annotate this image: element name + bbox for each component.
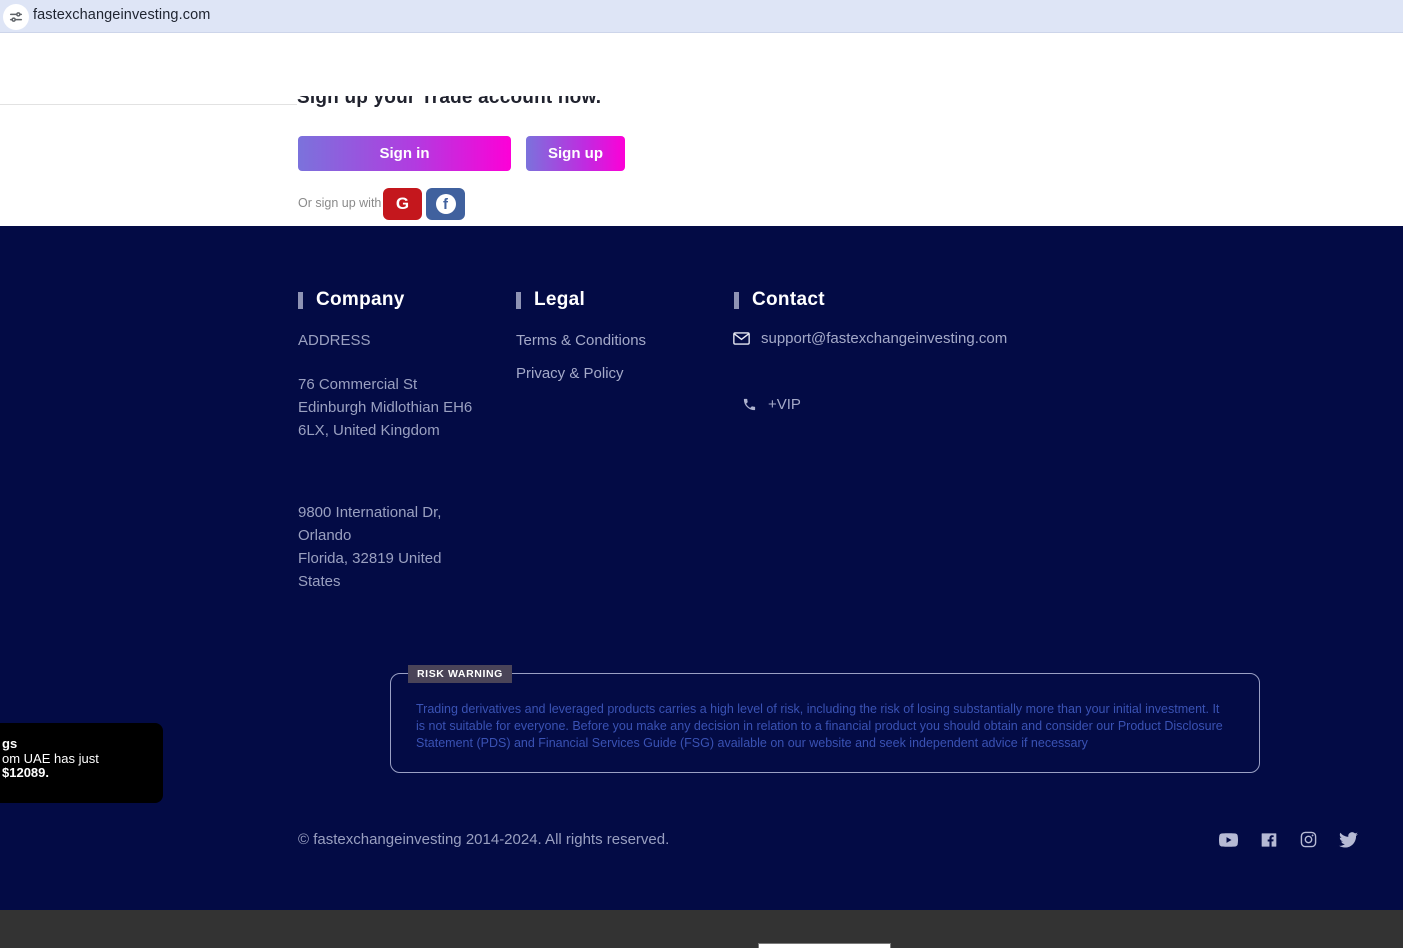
footer-legal-heading: Legal bbox=[516, 289, 585, 311]
risk-warning-label: RISK WARNING bbox=[408, 665, 512, 683]
terms-conditions-link[interactable]: Terms & Conditions bbox=[516, 332, 646, 349]
risk-warning-text: Trading derivatives and leveraged produc… bbox=[416, 702, 1223, 750]
address-label: ADDRESS bbox=[298, 332, 371, 349]
social-links bbox=[1219, 830, 1358, 849]
google-icon: G bbox=[395, 194, 410, 213]
facebook-icon: f bbox=[435, 194, 456, 214]
language-select[interactable]: Select Language bbox=[758, 943, 891, 948]
phone-icon bbox=[743, 398, 756, 411]
site-settings-icon[interactable] bbox=[3, 4, 29, 30]
google-signup-button[interactable]: G bbox=[383, 188, 422, 220]
toast-line-3: $12089. bbox=[2, 765, 49, 780]
twitter-icon[interactable] bbox=[1339, 830, 1358, 849]
translate-bar: Select Language bbox=[0, 910, 1403, 948]
toast-line-2: om UAE has just bbox=[2, 750, 99, 766]
heading-bar bbox=[298, 291, 303, 309]
sign-in-button[interactable]: Sign in bbox=[298, 136, 511, 171]
section-divider bbox=[0, 104, 297, 105]
heading-bar bbox=[734, 291, 739, 309]
sign-up-button[interactable]: Sign up bbox=[526, 136, 625, 171]
contact-phone[interactable]: +VIP bbox=[768, 396, 801, 413]
risk-warning-box: RISK WARNING Trading derivatives and lev… bbox=[390, 665, 1260, 773]
address-bar-url[interactable]: fastexchangeinvesting.com bbox=[33, 7, 210, 23]
footer-contact-heading: Contact bbox=[734, 289, 825, 311]
facebook-social-icon[interactable] bbox=[1259, 830, 1278, 849]
contact-phone-row[interactable]: +VIP bbox=[742, 396, 801, 413]
cta-heading: Sign up your Trade account now. bbox=[297, 96, 602, 108]
address-us: 9800 International Dr, Orlando Florida, … bbox=[298, 504, 442, 590]
footer-company-heading: Company bbox=[298, 289, 405, 311]
heading-bar bbox=[516, 291, 521, 309]
footer: Company ADDRESS 76 Commercial St Edinbur… bbox=[0, 226, 1403, 910]
address-uk: 76 Commercial St Edinburgh Midlothian EH… bbox=[298, 376, 473, 439]
facebook-signup-button[interactable]: f bbox=[426, 188, 465, 220]
youtube-icon[interactable] bbox=[1219, 830, 1238, 849]
copyright-text: © fastexchangeinvesting 2014-2024. All r… bbox=[298, 831, 670, 848]
contact-email[interactable]: support@fastexchangeinvesting.com bbox=[761, 330, 1007, 347]
envelope-icon bbox=[733, 332, 750, 345]
page: fastexchangeinvesting.com Sign up your T… bbox=[0, 0, 1403, 948]
toast-line-1: gs bbox=[2, 736, 18, 751]
activity-toast[interactable]: gs om UAE has just $12089. bbox=[0, 723, 163, 803]
cta-section: Sign up your Trade account now. Sign in … bbox=[0, 33, 1403, 226]
privacy-policy-link[interactable]: Privacy & Policy bbox=[516, 365, 624, 382]
browser-address-bar[interactable]: fastexchangeinvesting.com bbox=[0, 0, 1403, 33]
or-sign-up-with-label: Or sign up with bbox=[298, 196, 382, 210]
instagram-icon[interactable] bbox=[1299, 830, 1318, 849]
contact-email-row[interactable]: support@fastexchangeinvesting.com bbox=[733, 330, 1007, 347]
